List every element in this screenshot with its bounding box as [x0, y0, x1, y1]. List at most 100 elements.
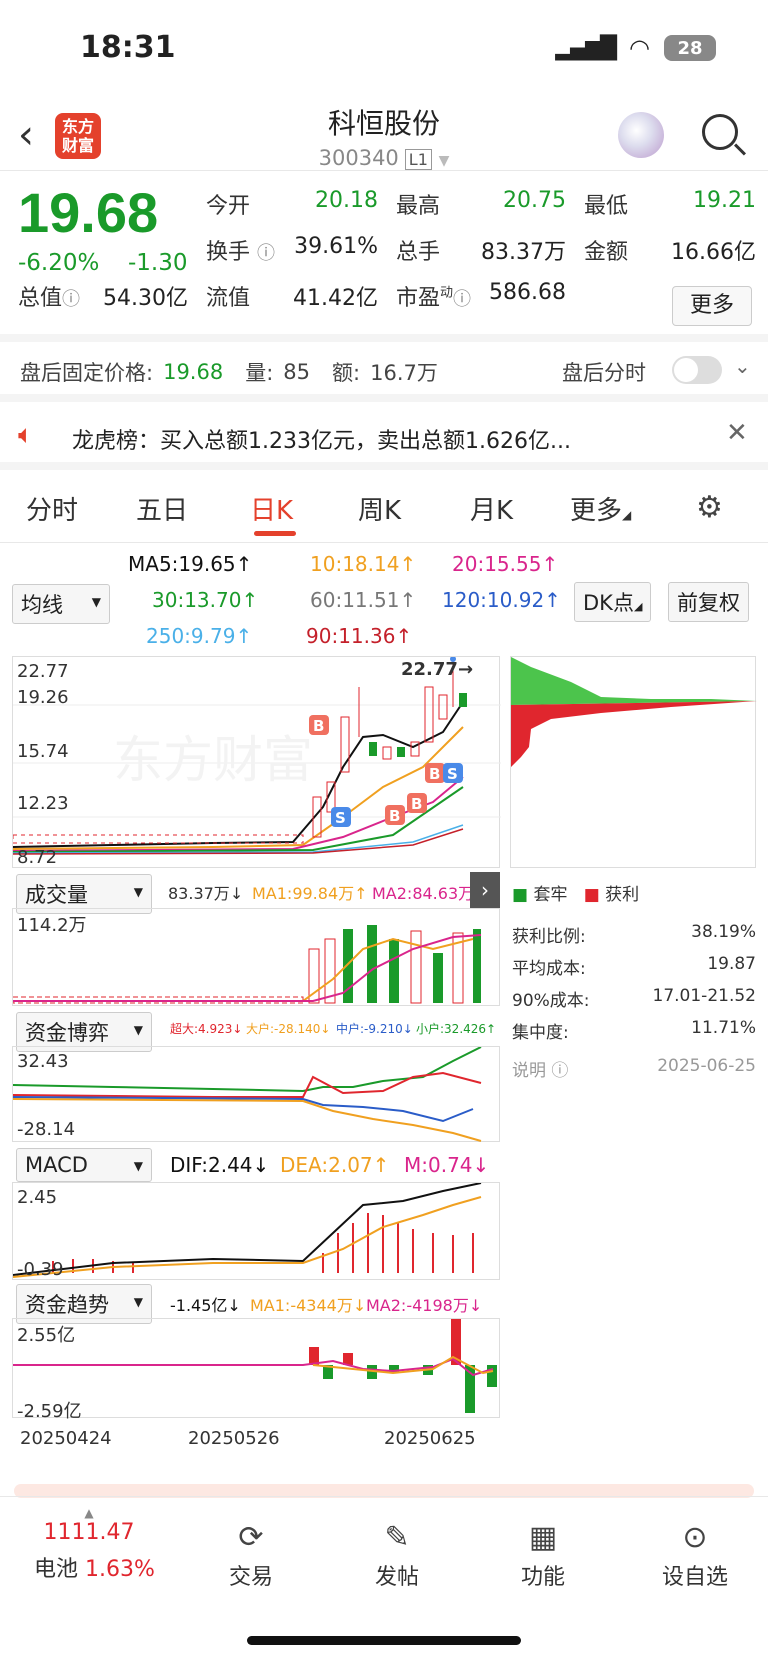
fund-super: 超大:4.923↓	[170, 1022, 243, 1036]
battery-icon: 28	[664, 35, 716, 61]
trend-axis-top: 2.55亿	[17, 1325, 76, 1346]
status-time: 18:31	[80, 30, 176, 65]
tab-daily-k[interactable]: 日K	[250, 490, 293, 527]
pe-value: 586.68	[489, 280, 566, 305]
ma20-value: 20:15.55↑	[452, 552, 559, 576]
caret-up-icon: ▲	[84, 1506, 94, 1520]
chip-chart	[511, 657, 757, 767]
amount-label: 金额	[584, 240, 629, 265]
tab-weekly-k[interactable]: 周K	[358, 490, 401, 527]
ma90-value: 90:11.36↑	[306, 624, 413, 648]
price-axis-3: 15.74	[17, 741, 69, 762]
avg-cost-value: 19.87	[707, 954, 756, 974]
low-label: 最低	[584, 194, 629, 219]
watermark: 东方财富	[113, 731, 313, 789]
fund-game-panel: 32.43 -28.14	[12, 1046, 500, 1142]
ma10-value: 10:18.14↑	[310, 552, 417, 576]
ma-select[interactable]: 均线 ▼	[12, 584, 110, 624]
status-icons: ▂▄▆█ ◠ 28	[555, 34, 716, 62]
price-axis-bottom: 8.72	[17, 847, 58, 868]
grid-icon: ▦	[528, 1520, 558, 1555]
macd-m: M:0.74↓	[404, 1153, 490, 1177]
concentration-label: 集中度:	[512, 1023, 569, 1043]
change-percent: -6.20%	[18, 250, 100, 276]
last-price: 19.68	[18, 181, 159, 244]
volume-axis-top: 114.2万	[17, 915, 87, 936]
volume-ma1: MA1:99.84万↑	[252, 884, 368, 903]
edit-icon: ✎	[384, 1520, 410, 1555]
more-dots-icon: ⊙	[682, 1520, 708, 1555]
search-icon[interactable]	[702, 114, 738, 150]
macd-select[interactable]: MACD ▼	[16, 1148, 152, 1182]
wifi-icon: ◠	[629, 34, 650, 62]
change-amount: -1.30	[128, 250, 188, 276]
cost90-label: 90%成本:	[512, 991, 590, 1011]
date-start: 20250424	[20, 1428, 112, 1449]
tab-5day[interactable]: 五日	[136, 490, 188, 527]
price-axis-4: 12.23	[17, 793, 69, 814]
trend-ma1: MA1:-4344万↓	[250, 1296, 367, 1315]
macd-dif: DIF:2.44↓	[170, 1153, 270, 1177]
float-label: 流值	[206, 286, 251, 311]
chip-distribution-panel	[510, 656, 757, 868]
amount-value: 16.66亿	[671, 240, 756, 265]
gear-icon[interactable]: ⚙	[696, 490, 723, 525]
price-axis-2: 19.26	[17, 687, 69, 708]
signal-icon: ▂▄▆█	[555, 35, 617, 61]
kline-chart: 东方财富 B S B S B B	[12, 656, 501, 855]
tab-underline	[254, 531, 296, 536]
macd-panel: 2.45 -0.39	[12, 1182, 500, 1280]
index-ticker[interactable]: ▲ 1111.47 电池 1.63%	[34, 1506, 155, 1583]
close-icon[interactable]: ✕	[726, 418, 748, 448]
open-value: 20.18	[315, 188, 378, 213]
svg-text:B: B	[429, 765, 440, 783]
info-icon: ⓘ	[453, 289, 472, 310]
pe-label: 市盈动ⓘ	[396, 285, 472, 311]
afterhours-toggle[interactable]	[672, 356, 722, 384]
tab-monthly-k[interactable]: 月K	[470, 490, 513, 527]
info-icon: ⓘ	[257, 243, 276, 264]
price-axis-top: 22.77	[17, 661, 69, 682]
home-indicator	[247, 1636, 521, 1645]
svg-text:B: B	[389, 807, 400, 825]
ma250-value: 250:9.79↑	[146, 624, 253, 648]
svg-text:B: B	[313, 717, 324, 735]
float-value: 41.42亿	[293, 286, 378, 311]
more-button[interactable]: 更多	[672, 286, 752, 326]
level-badge: L1	[404, 149, 432, 170]
afterhours-toggle-label: 盘后分时	[562, 361, 646, 385]
trade-nav[interactable]: ⟳ 交易	[196, 1520, 306, 1591]
fund-small: 小户:32.426↑	[416, 1022, 497, 1036]
yen-refresh-icon: ⟳	[238, 1520, 264, 1555]
add-watchlist-nav[interactable]: ⊙ 设自选	[640, 1520, 750, 1591]
svg-text:S: S	[447, 765, 458, 783]
open-label: 今开	[206, 194, 251, 219]
fund-axis-bottom: -28.14	[17, 1119, 76, 1140]
trend-ma2: MA2:-4198万↓	[366, 1296, 483, 1315]
macd-axis-top: 2.45	[17, 1187, 58, 1208]
high-price-mark: 22.77→	[401, 659, 474, 680]
post-nav[interactable]: ✎ 发帖	[342, 1520, 452, 1591]
robot-avatar-icon[interactable]	[618, 112, 664, 158]
date-mid: 20250526	[188, 1428, 280, 1449]
high-value: 20.75	[503, 188, 566, 213]
kline-panel[interactable]: 东方财富 B S B S B B 22.77 19.26 15.74 12.23…	[12, 656, 501, 868]
fund-mid: 中户:-9.210↓	[336, 1022, 413, 1036]
chip-note[interactable]: 说明 ⓘ	[512, 1056, 568, 1081]
ma5-value: MA5:19.65↑	[128, 552, 253, 576]
dk-point-button[interactable]: DK点◢	[574, 582, 652, 622]
tab-more[interactable]: 更多◢	[570, 490, 631, 527]
notice-text[interactable]: 龙虎榜：买入总额1.233亿元，卖出总额1.626亿...	[72, 423, 571, 455]
collapse-chip-arrow-icon[interactable]: ›	[470, 872, 500, 908]
cost90-value: 17.01-21.52	[652, 986, 756, 1006]
tab-intraday[interactable]: 分时	[26, 490, 78, 527]
adjust-button[interactable]: 前复权	[668, 582, 749, 622]
volume-value: 83.37万	[481, 240, 566, 265]
concentration-value: 11.71%	[691, 1018, 756, 1038]
mktcap-label: 总值ⓘ	[18, 286, 81, 311]
chip-date: 2025-06-25	[657, 1056, 756, 1076]
chevron-down-icon[interactable]: ⌄	[734, 354, 751, 378]
svg-text:S: S	[335, 809, 346, 827]
function-nav[interactable]: ▦ 功能	[488, 1520, 598, 1591]
ma60-value: 60:11.51↑	[310, 588, 417, 612]
